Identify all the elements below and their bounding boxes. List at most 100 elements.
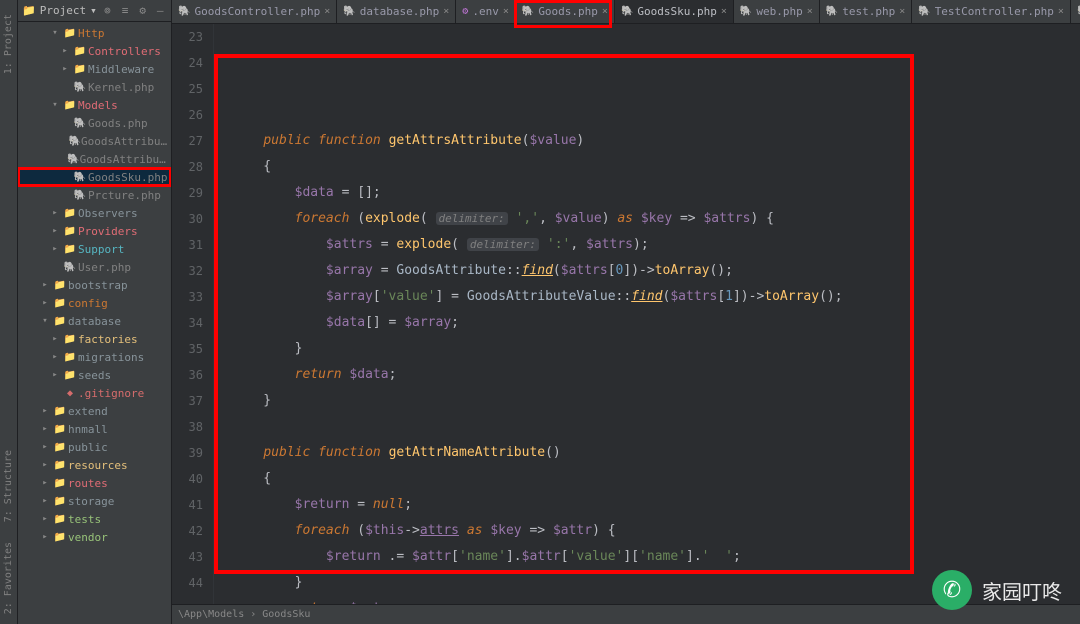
tree-item[interactable]: 🐘Prcture.php [18, 186, 171, 204]
tree-arrow-icon[interactable]: ▸ [58, 64, 72, 74]
tree-arrow-icon[interactable]: ▸ [38, 460, 52, 470]
code-line[interactable]: $return = null; [232, 492, 1080, 518]
code-line[interactable]: foreach ($this->attrs as $key => $attr) … [232, 518, 1080, 544]
editor-tab[interactable]: 🐘Goods.php× [516, 0, 615, 23]
tree-item[interactable]: ▸📁public [18, 438, 171, 456]
tree-arrow-icon[interactable]: ▸ [58, 46, 72, 56]
tree-item[interactable]: ▸📁bootstrap [18, 276, 171, 294]
code-line[interactable]: { [232, 154, 1080, 180]
chevron-down-icon[interactable]: ▾ [90, 4, 97, 17]
hide-icon[interactable]: – [153, 4, 167, 17]
code-line[interactable]: { [232, 466, 1080, 492]
tree-arrow-icon[interactable]: ▸ [38, 280, 52, 290]
ide-root: 1: Project 7: Structure 2: Favorites 📁 P… [0, 0, 1080, 624]
tree-item[interactable]: ▾📁Http [18, 24, 171, 42]
close-icon[interactable]: × [899, 6, 905, 17]
tree-item[interactable]: ▸📁config [18, 294, 171, 312]
code-line[interactable] [232, 414, 1080, 440]
close-icon[interactable]: × [721, 6, 727, 17]
collapse-icon[interactable]: ≡ [118, 4, 132, 17]
tree-item[interactable]: 🐘Goods.php [18, 114, 171, 132]
tree-item[interactable]: ▸📁migrations [18, 348, 171, 366]
close-icon[interactable]: × [1058, 6, 1064, 17]
tree-item[interactable]: ▸📁routes [18, 474, 171, 492]
code-line[interactable] [232, 102, 1080, 128]
editor-tab[interactable]: 🐘database.php× [337, 0, 456, 23]
close-icon[interactable]: × [602, 6, 608, 17]
tree-item[interactable]: ▸📁seeds [18, 366, 171, 384]
tree-arrow-icon[interactable]: ▸ [38, 496, 52, 506]
close-icon[interactable]: × [443, 6, 449, 17]
file-icon: 🐘 [826, 6, 838, 17]
tree-arrow-icon[interactable]: ▸ [38, 514, 52, 524]
tree-arrow-icon[interactable]: ▾ [48, 28, 62, 38]
tree-item[interactable]: ▸📁storage [18, 492, 171, 510]
target-icon[interactable]: ⊚ [101, 4, 115, 17]
code-line[interactable]: return $data; [232, 362, 1080, 388]
breadcrumb-seg-1[interactable]: GoodsSku [262, 609, 310, 620]
tree-item[interactable]: 🐘GoodsSku.php [18, 168, 171, 186]
code-line[interactable]: foreach (explode( delimiter: ',', $value… [232, 206, 1080, 232]
code-line[interactable]: $array = GoodsAttribute::find($attrs[0])… [232, 258, 1080, 284]
tree-item[interactable]: ▸📁hnmall [18, 420, 171, 438]
editor-tab[interactable]: 🐘TestController.php× [912, 0, 1071, 23]
code-line[interactable]: $data = []; [232, 180, 1080, 206]
code-view[interactable]: public function getAttrsAttribute($value… [214, 24, 1080, 604]
close-icon[interactable]: × [324, 6, 330, 17]
tree-item[interactable]: 🐘GoodsAttribute.php [18, 132, 171, 150]
tree-arrow-icon[interactable]: ▸ [48, 244, 62, 254]
editor-tab[interactable]: 🐘GoodsController.php× [172, 0, 337, 23]
tree-item[interactable]: 🐘User.php [18, 258, 171, 276]
editor-tab[interactable]: ⚙.env× [456, 0, 516, 23]
tree-arrow-icon[interactable]: ▸ [38, 442, 52, 452]
code-line[interactable]: public function getAttrNameAttribute() [232, 440, 1080, 466]
editor-tab[interactable]: 🐘GoodsSku.php× [615, 0, 734, 23]
editor-tab[interactable]: 🐘web.php× [734, 0, 820, 23]
code-line[interactable]: $return .= $attr['name'].$attr['value'][… [232, 544, 1080, 570]
tree-arrow-icon[interactable]: ▸ [48, 208, 62, 218]
tree-item[interactable]: ▸📁Providers [18, 222, 171, 240]
side-tab-favorites[interactable]: 2: Favorites [3, 542, 14, 614]
gear-icon[interactable]: ⚙ [136, 4, 150, 17]
code-line[interactable]: } [232, 388, 1080, 414]
project-tree[interactable]: ▾📁Http▸📁Controllers▸📁Middleware🐘Kernel.p… [18, 22, 171, 624]
tree-arrow-icon[interactable]: ▸ [38, 406, 52, 416]
tree-item[interactable]: 🐘Kernel.php [18, 78, 171, 96]
tree-item[interactable]: ▸📁extend [18, 402, 171, 420]
tree-item[interactable]: ▸📁factories [18, 330, 171, 348]
close-icon[interactable]: × [807, 6, 813, 17]
tree-arrow-icon[interactable]: ▾ [48, 100, 62, 110]
close-icon[interactable]: × [503, 6, 509, 17]
tree-item[interactable]: ▸📁Middleware [18, 60, 171, 78]
tree-item[interactable]: ▸📁resources [18, 456, 171, 474]
tree-arrow-icon[interactable]: ▸ [38, 532, 52, 542]
tree-arrow-icon[interactable]: ▾ [38, 316, 52, 326]
tree-item[interactable]: ▸📁vendor [18, 528, 171, 546]
tree-item[interactable]: ▾📁database [18, 312, 171, 330]
tree-arrow-icon[interactable]: ▸ [48, 370, 62, 380]
side-tab-structure[interactable]: 7: Structure [3, 450, 14, 522]
tree-arrow-icon[interactable]: ▸ [38, 478, 52, 488]
tree-item[interactable]: ▸📁Controllers [18, 42, 171, 60]
tree-arrow-icon[interactable]: ▸ [38, 424, 52, 434]
tree-item[interactable]: ▸📁Observers [18, 204, 171, 222]
tree-item[interactable]: ◆.gitignore [18, 384, 171, 402]
tree-arrow-icon[interactable]: ▸ [38, 298, 52, 308]
tree-item[interactable]: ▸📁Support [18, 240, 171, 258]
tree-item[interactable]: ▸📁tests [18, 510, 171, 528]
tree-item[interactable]: 🐘GoodsAttributeValue.p [18, 150, 171, 168]
code-line[interactable]: $attrs = explode( delimiter: ':', $attrs… [232, 232, 1080, 258]
editor-tab[interactable]: 🐘SyncGoods.php× [1071, 0, 1080, 23]
tree-arrow-icon[interactable]: ▸ [48, 226, 62, 236]
code-line[interactable]: $array['value'] = GoodsAttributeValue::f… [232, 284, 1080, 310]
tree-arrow-icon[interactable]: ▸ [48, 334, 62, 344]
editor-tab[interactable]: 🐘test.php× [820, 0, 912, 23]
breadcrumb-seg-0[interactable]: \App\Models [178, 609, 244, 620]
tree-node-label: Kernel.php [88, 81, 154, 94]
code-line[interactable]: $data[] = $array; [232, 310, 1080, 336]
tree-item[interactable]: ▾📁Models [18, 96, 171, 114]
tree-arrow-icon[interactable]: ▸ [48, 352, 62, 362]
code-line[interactable]: public function getAttrsAttribute($value… [232, 128, 1080, 154]
side-tab-project[interactable]: 1: Project [3, 14, 14, 74]
code-line[interactable]: } [232, 336, 1080, 362]
